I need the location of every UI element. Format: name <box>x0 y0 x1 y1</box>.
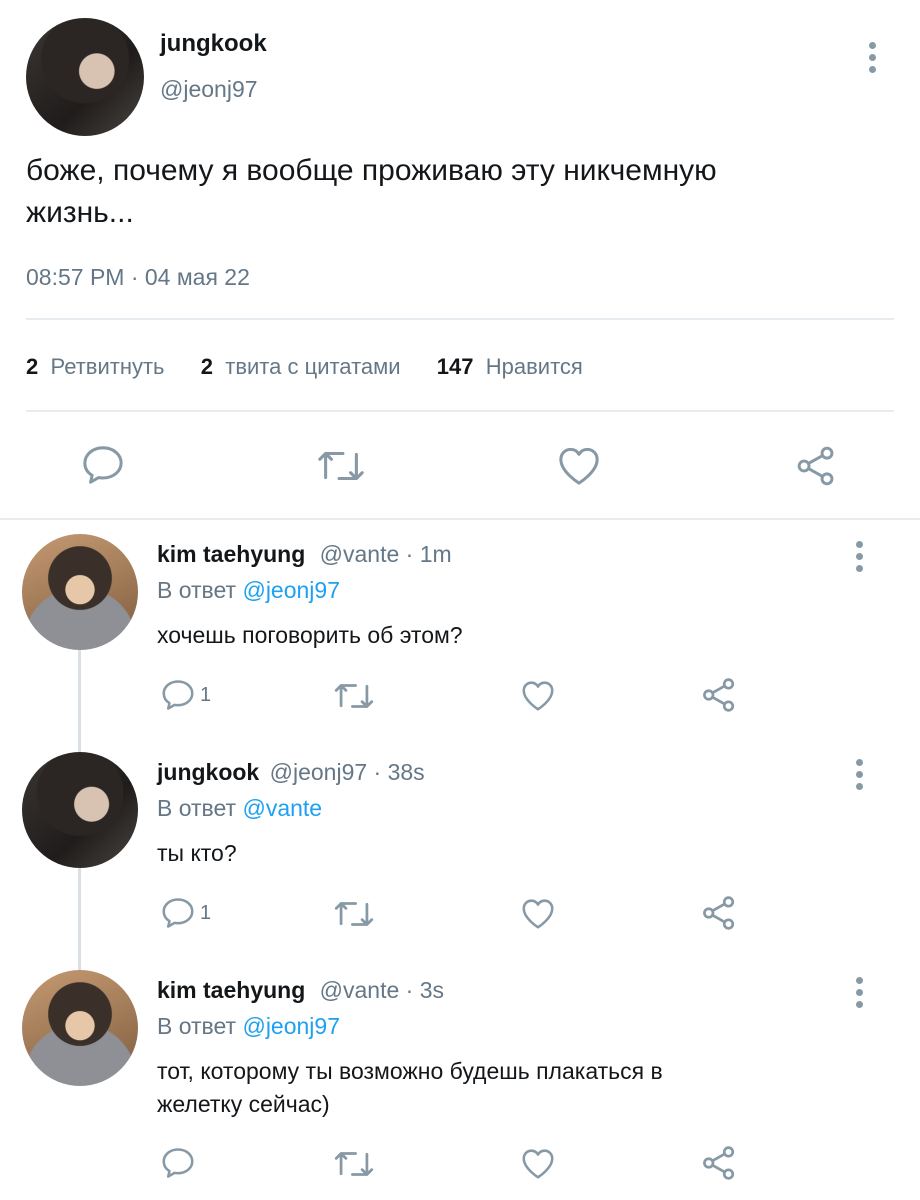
share-icon[interactable] <box>700 676 738 714</box>
retweets-stat[interactable]: 2 Ретвитнуть <box>26 354 165 379</box>
reply-handle[interactable]: @vante <box>320 541 400 567</box>
reply-to-mention[interactable]: @vante <box>242 795 322 821</box>
section-divider <box>0 518 920 520</box>
author-avatar[interactable] <box>26 18 144 136</box>
tweet-text-line2: жизнь... <box>26 196 134 229</box>
like-icon[interactable] <box>520 1146 556 1180</box>
reply-icon[interactable] <box>160 1146 196 1180</box>
likes-count: 147 <box>436 354 474 379</box>
reply-icon[interactable] <box>160 678 196 712</box>
divider <box>26 410 894 412</box>
share-icon[interactable] <box>700 1144 738 1182</box>
reply-icon[interactable] <box>160 896 196 930</box>
likes-stat[interactable]: 147 Нравится <box>437 354 583 379</box>
reply-handle[interactable]: @jeonj97 <box>270 759 368 785</box>
reply-icon[interactable] <box>80 444 126 486</box>
reply-to-prefix: В ответ <box>157 577 237 603</box>
reply-display-name[interactable]: kim taehyung <box>157 977 305 1003</box>
likes-label: Нравится <box>485 354 583 379</box>
reply-to-line: В ответ @jeonj97 <box>157 1013 340 1040</box>
more-options-icon[interactable] <box>856 541 864 577</box>
share-icon[interactable] <box>700 894 738 932</box>
reply-to-prefix: В ответ <box>157 1013 237 1039</box>
reply-text: ты кто? <box>157 840 237 866</box>
author-display-name[interactable]: jungkook <box>160 30 267 58</box>
reply-text-line2: желетку сейчас) <box>157 1091 330 1117</box>
share-icon[interactable] <box>794 444 838 488</box>
divider <box>26 318 894 320</box>
reply-time: · 38s <box>373 759 425 785</box>
reply-to-mention[interactable]: @jeonj97 <box>242 1013 340 1039</box>
retweet-icon[interactable] <box>333 1147 375 1181</box>
stats-row: 2 Ретвитнуть 2 твита с цитатами 147 Нрав… <box>26 354 583 380</box>
tweet-text-line1: боже, почему я вообще проживаю эту никче… <box>26 154 717 187</box>
reply-header: jungkook @jeonj97 · 38s <box>157 759 425 786</box>
reply-avatar[interactable] <box>22 752 138 868</box>
reply-text: хочешь поговорить об этом? <box>157 622 463 648</box>
reply-time: · 3s <box>405 977 445 1003</box>
tweet-timestamp[interactable]: 08:57 PM · 04 мая 22 <box>26 264 250 291</box>
reply-to-mention[interactable]: @jeonj97 <box>242 577 340 603</box>
reply-header: kim taehyung @vante · 3s <box>157 977 444 1004</box>
retweet-icon[interactable] <box>333 679 375 713</box>
reply-to-line: В ответ @vante <box>157 795 322 822</box>
reply-avatar[interactable] <box>22 970 138 1086</box>
more-options-icon[interactable] <box>856 759 864 795</box>
like-icon[interactable] <box>520 678 556 712</box>
retweet-icon[interactable] <box>316 446 366 486</box>
quotes-label: твита с цитатами <box>225 354 401 379</box>
reply-to-line: В ответ @jeonj97 <box>157 577 340 604</box>
reply-header: kim taehyung @vante · 1m <box>157 541 452 568</box>
reply-text-line1: тот, которому ты возможно будешь плакать… <box>157 1058 663 1084</box>
like-icon[interactable] <box>556 444 602 486</box>
like-icon[interactable] <box>520 896 556 930</box>
reply-count: 1 <box>200 902 212 924</box>
thread-line <box>78 650 81 752</box>
retweets-count: 2 <box>26 354 39 379</box>
reply-count: 1 <box>200 684 212 706</box>
author-handle[interactable]: @jeonj97 <box>160 76 258 103</box>
retweet-icon[interactable] <box>333 897 375 931</box>
reply-display-name[interactable]: jungkook <box>157 759 259 785</box>
quotes-count: 2 <box>200 354 214 379</box>
reply-avatar[interactable] <box>22 534 138 650</box>
more-options-icon[interactable] <box>856 977 864 1013</box>
thread-line <box>78 868 81 970</box>
reply-display-name[interactable]: kim taehyung <box>157 541 305 567</box>
reply-handle[interactable]: @vante <box>320 977 400 1003</box>
retweets-label: Ретвитнуть <box>50 354 165 379</box>
reply-to-prefix: В ответ <box>157 795 237 821</box>
more-options-icon[interactable] <box>869 42 877 78</box>
quotes-stat[interactable]: 2 твита с цитатами <box>201 354 401 379</box>
reply-time: · 1m <box>405 541 452 567</box>
